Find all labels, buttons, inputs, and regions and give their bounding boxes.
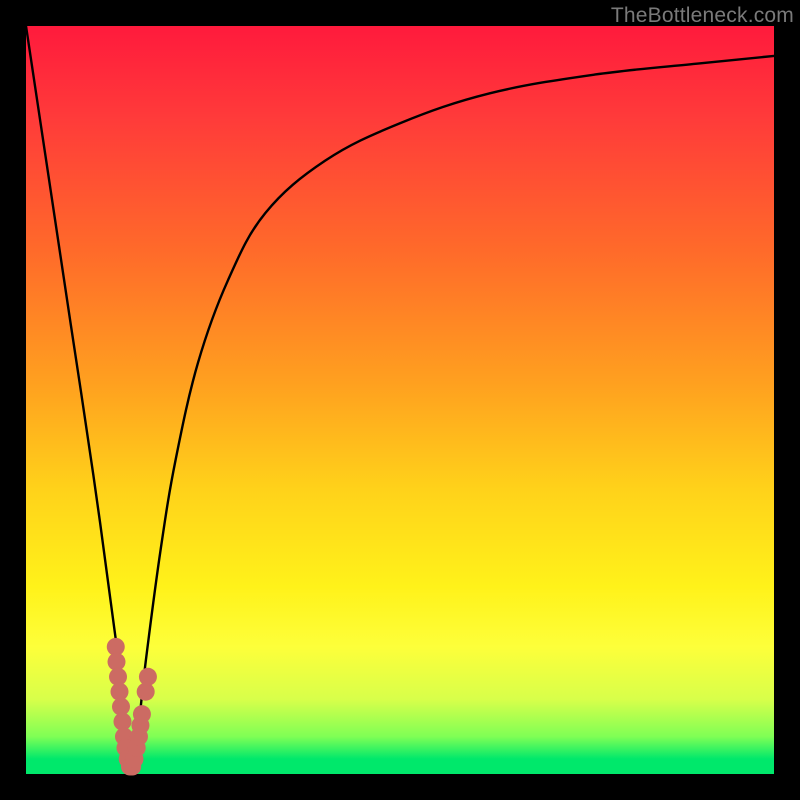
chart-svg <box>26 26 774 774</box>
right-branch-curve <box>131 56 774 774</box>
outer-frame: TheBottleneck.com <box>0 0 800 800</box>
watermark-text: TheBottleneck.com <box>611 4 794 28</box>
marker-cluster <box>107 638 157 776</box>
marker-dot <box>133 705 151 723</box>
marker-dot <box>139 668 157 686</box>
plot-area <box>26 26 774 774</box>
